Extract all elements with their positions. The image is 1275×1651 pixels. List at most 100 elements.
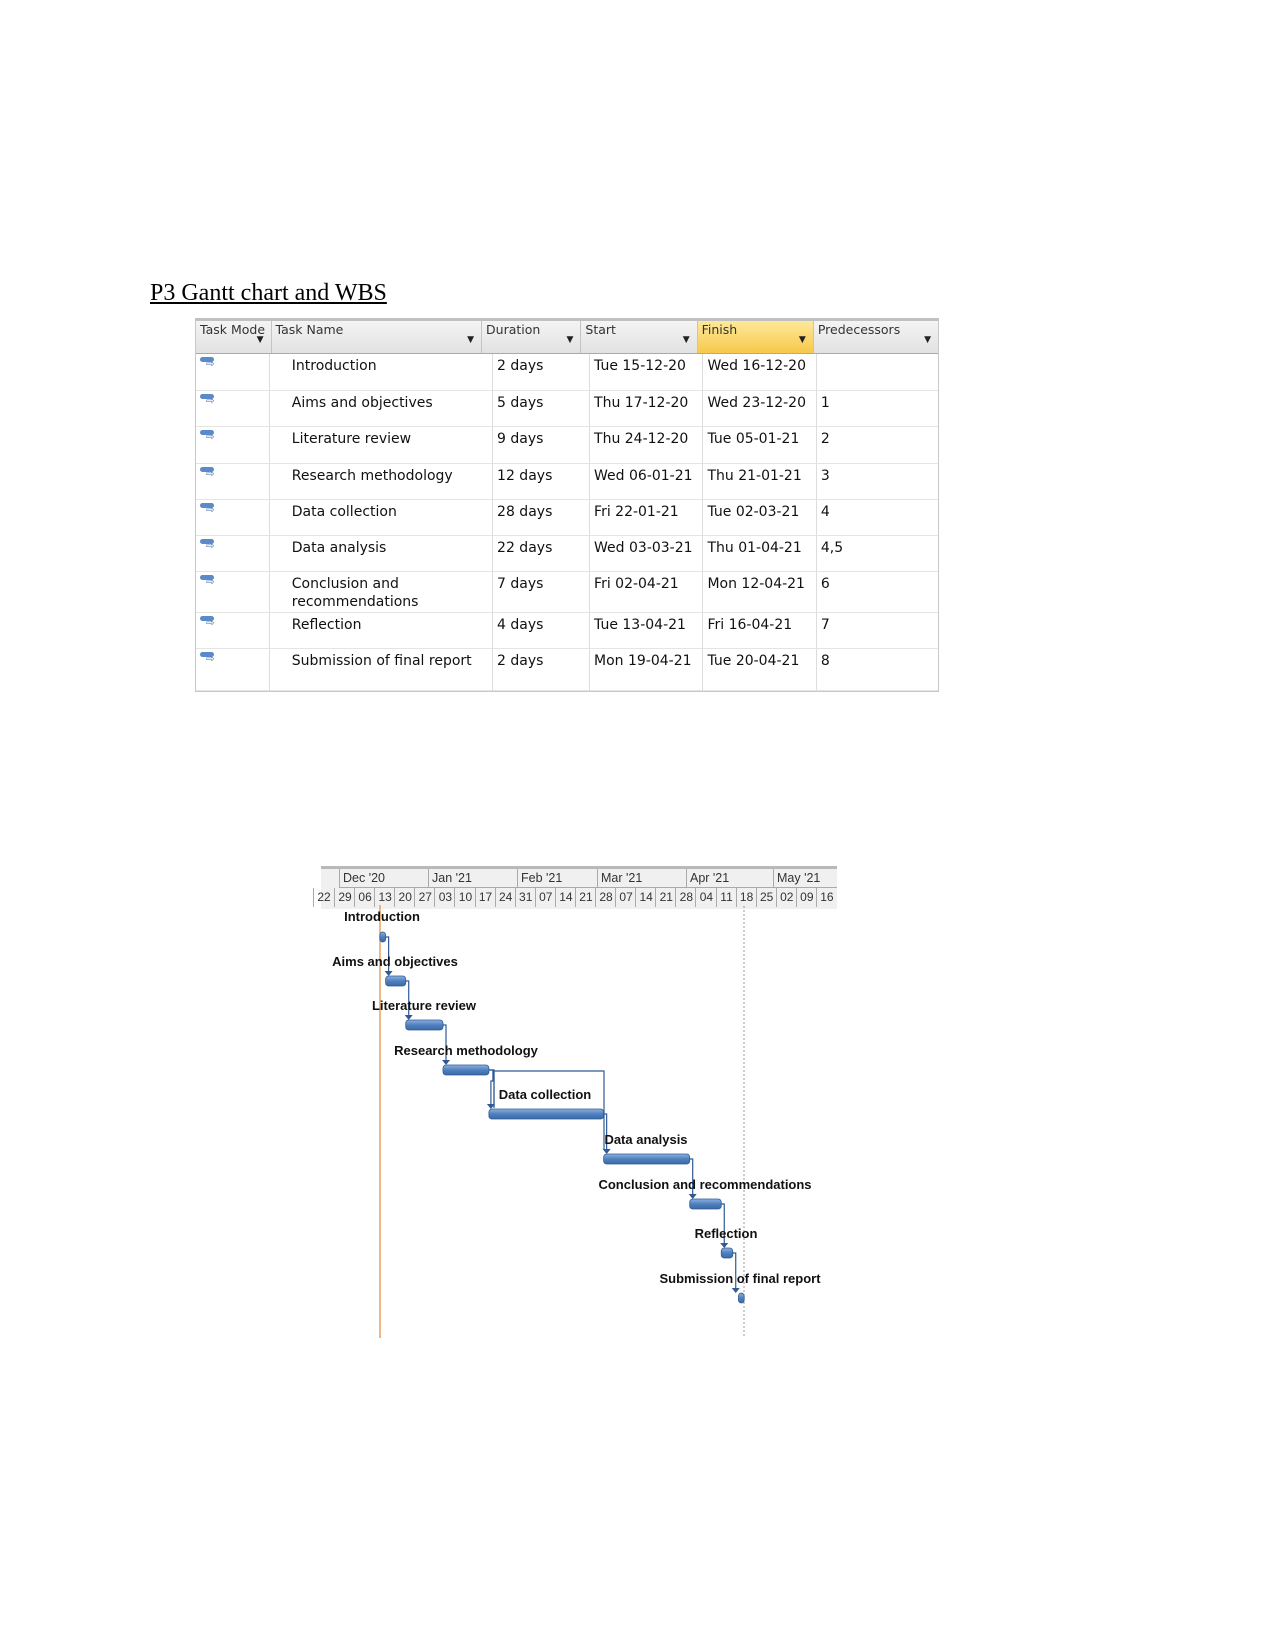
duration-cell[interactable]: 22 days (493, 536, 591, 572)
header-label: Task Mode (200, 322, 266, 337)
header-duration[interactable]: Duration ▼ (482, 321, 582, 353)
predecessors-cell[interactable]: 2 (816, 427, 938, 464)
task-mode-cell[interactable]: ⇨ (196, 613, 270, 649)
task-bar-label: Data analysis (604, 1132, 687, 1147)
dropdown-arrow-icon[interactable]: ▼ (683, 333, 690, 347)
task-name-cell[interactable]: Data analysis (269, 536, 494, 572)
finish-cell[interactable]: Wed 23-12-20 (703, 391, 817, 427)
table-row[interactable]: ⇨ Submission of final report 2 days Mon … (196, 649, 938, 691)
task-bar[interactable] (385, 975, 407, 987)
table-row[interactable]: ⇨ Data collection 28 days Fri 22-01-21 T… (196, 500, 938, 536)
week-label: 18 (735, 888, 757, 907)
task-mode-cell[interactable]: ⇨ (196, 500, 270, 536)
header-task-mode[interactable]: Task Mode ▼ (196, 321, 272, 353)
duration-cell[interactable]: 5 days (493, 391, 591, 427)
week-label: 07 (534, 888, 556, 907)
table-row[interactable]: ⇨ Research methodology 12 days Wed 06-01… (196, 464, 938, 500)
start-cell[interactable]: Wed 06-01-21 (590, 464, 704, 500)
table-row[interactable]: ⇨ Conclusion and recommendations 7 days … (196, 572, 938, 613)
table-row[interactable]: ⇨ Reflection 4 days Tue 13-04-21 Fri 16-… (196, 613, 938, 649)
task-mode-cell[interactable]: ⇨ (196, 354, 270, 391)
start-cell[interactable]: Tue 15-12-20 (590, 354, 704, 391)
finish-cell[interactable]: Fri 16-04-21 (703, 613, 817, 649)
task-name-cell[interactable]: Conclusion and recommendations (269, 572, 494, 613)
predecessors-cell[interactable]: 6 (816, 572, 938, 613)
predecessors-cell[interactable]: 1 (816, 391, 938, 427)
week-label: 14 (554, 888, 576, 907)
start-cell[interactable]: Thu 17-12-20 (590, 391, 704, 427)
header-finish[interactable]: Finish ▼ (697, 321, 814, 353)
auto-scheduled-task-icon: ⇨ (200, 616, 216, 630)
start-cell[interactable]: Wed 03-03-21 (590, 536, 704, 572)
task-mode-cell[interactable]: ⇨ (196, 464, 270, 500)
finish-cell[interactable]: Mon 12-04-21 (703, 572, 817, 613)
duration-cell[interactable]: 7 days (493, 572, 591, 613)
task-mode-cell[interactable]: ⇨ (196, 391, 270, 427)
duration-cell[interactable]: 4 days (493, 613, 591, 649)
task-name-cell[interactable]: Research methodology (269, 464, 494, 500)
predecessors-cell[interactable]: 3 (816, 464, 938, 500)
finish-cell[interactable]: Tue 02-03-21 (703, 500, 817, 536)
task-bar[interactable] (738, 1292, 745, 1304)
start-cell[interactable]: Fri 02-04-21 (590, 572, 704, 613)
header-predecessors[interactable]: Predecessors ▼ (814, 321, 938, 353)
dropdown-arrow-icon[interactable]: ▼ (566, 333, 573, 347)
task-bar[interactable] (379, 931, 387, 943)
auto-scheduled-task-icon: ⇨ (200, 539, 216, 553)
duration-cell[interactable]: 12 days (493, 464, 591, 500)
predecessors-cell[interactable]: 8 (816, 649, 938, 691)
task-name-cell[interactable]: Submission of final report (269, 649, 494, 691)
table-row[interactable]: ⇨ Data analysis 22 days Wed 03-03-21 Thu… (196, 536, 938, 572)
dropdown-arrow-icon[interactable]: ▼ (799, 333, 806, 347)
task-bar[interactable] (603, 1153, 691, 1165)
task-bar-label: Research methodology (394, 1043, 539, 1058)
header-label: Finish (701, 322, 738, 337)
finish-cell[interactable]: Tue 05-01-21 (703, 427, 817, 464)
header-task-name[interactable]: Task Name ▼ (272, 321, 483, 353)
predecessors-cell[interactable]: 4,5 (816, 536, 938, 572)
task-name-cell[interactable]: Data collection (269, 500, 494, 536)
predecessors-cell[interactable] (816, 354, 938, 391)
task-bar-label: Reflection (695, 1226, 758, 1241)
week-label: 06 (354, 888, 375, 907)
task-bar[interactable] (689, 1198, 722, 1210)
task-bar-label: Introduction (344, 909, 420, 924)
predecessors-cell[interactable]: 7 (816, 613, 938, 649)
header-start[interactable]: Start ▼ (581, 321, 698, 353)
task-name-cell[interactable]: Reflection (269, 613, 494, 649)
start-cell[interactable]: Tue 13-04-21 (590, 613, 704, 649)
duration-cell[interactable]: 2 days (493, 354, 591, 391)
start-cell[interactable]: Mon 19-04-21 (590, 649, 704, 691)
task-mode-cell[interactable]: ⇨ (196, 427, 270, 464)
table-row[interactable]: ⇨ Literature review 9 days Thu 24-12-20 … (196, 427, 938, 464)
week-label: 17 (474, 888, 496, 907)
task-name-cell[interactable]: Literature review (269, 427, 494, 464)
task-bar[interactable] (720, 1247, 734, 1259)
task-bar[interactable] (488, 1108, 605, 1120)
task-bar[interactable] (405, 1019, 444, 1031)
dependency-connector (603, 1113, 608, 1151)
task-mode-cell[interactable]: ⇨ (196, 536, 270, 572)
dropdown-arrow-icon[interactable]: ▼ (257, 333, 264, 347)
start-cell[interactable]: Thu 24-12-20 (590, 427, 704, 464)
finish-cell[interactable]: Thu 21-01-21 (703, 464, 817, 500)
duration-cell[interactable]: 28 days (493, 500, 591, 536)
task-mode-cell[interactable]: ⇨ (196, 572, 270, 613)
finish-cell[interactable]: Wed 16-12-20 (703, 354, 817, 391)
dropdown-arrow-icon[interactable]: ▼ (467, 333, 474, 347)
predecessors-cell[interactable]: 4 (816, 500, 938, 536)
task-mode-cell[interactable]: ⇨ (196, 649, 270, 691)
finish-cell[interactable]: Tue 20-04-21 (703, 649, 817, 691)
start-cell[interactable]: Fri 22-01-21 (590, 500, 704, 536)
task-bar[interactable] (442, 1064, 490, 1076)
finish-cell[interactable]: Thu 01-04-21 (703, 536, 817, 572)
duration-cell[interactable]: 2 days (493, 649, 591, 691)
week-label: 27 (414, 888, 435, 907)
table-row[interactable]: ⇨ Aims and objectives 5 days Thu 17-12-2… (196, 391, 938, 427)
month-label: May '21 (773, 869, 837, 888)
dropdown-arrow-icon[interactable]: ▼ (924, 333, 931, 347)
task-name-cell[interactable]: Introduction (269, 354, 494, 391)
task-name-cell[interactable]: Aims and objectives (269, 391, 494, 427)
table-row[interactable]: ⇨ Introduction 2 days Tue 15-12-20 Wed 1… (196, 354, 938, 391)
duration-cell[interactable]: 9 days (493, 427, 591, 464)
